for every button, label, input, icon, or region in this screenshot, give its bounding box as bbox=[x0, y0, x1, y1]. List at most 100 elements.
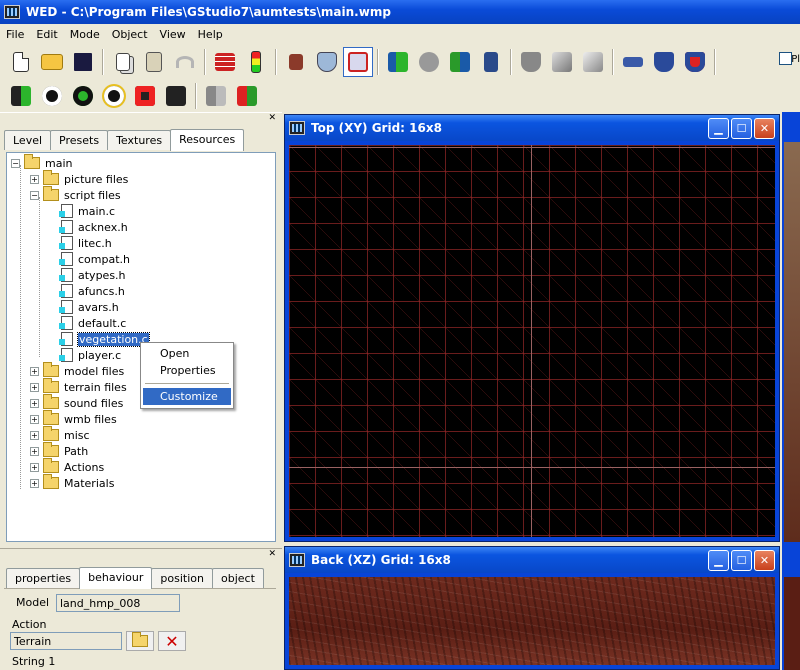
camera-eye-button[interactable] bbox=[37, 81, 67, 111]
back-view-titlebar[interactable]: Back (XZ) Grid: 16x8 ▁ ☐ ✕ bbox=[285, 547, 779, 573]
context-menu-properties[interactable]: Properties bbox=[143, 362, 231, 379]
scale-axis-button[interactable] bbox=[476, 47, 506, 77]
tree-node-path[interactable]: + Path bbox=[30, 442, 88, 459]
deselect-button[interactable] bbox=[312, 47, 342, 77]
tree-file-default-c[interactable]: default.c bbox=[59, 315, 126, 331]
menu-object[interactable]: Object bbox=[106, 28, 154, 41]
menu-edit[interactable]: Edit bbox=[30, 28, 63, 41]
camera-off-button[interactable] bbox=[130, 81, 160, 111]
tree-node-main[interactable]: − main bbox=[11, 154, 72, 171]
clear-action-button[interactable]: ✕ bbox=[158, 631, 186, 651]
tab-properties[interactable]: properties bbox=[6, 568, 81, 588]
light-button[interactable] bbox=[516, 47, 546, 77]
paste-button[interactable] bbox=[139, 47, 169, 77]
camera-rotate-button[interactable] bbox=[68, 81, 98, 111]
close-window-button[interactable]: ✕ bbox=[754, 549, 775, 571]
top-view-window[interactable]: Top (XY) Grid: 16x8 ▁ ☐ ✕ bbox=[284, 114, 780, 542]
back-view-window[interactable]: Back (XZ) Grid: 16x8 ▁ ☐ ✕ bbox=[284, 546, 780, 670]
menu-mode[interactable]: Mode bbox=[64, 28, 106, 41]
tree-file-player-c[interactable]: player.c bbox=[59, 347, 121, 363]
menu-file[interactable]: File bbox=[0, 28, 30, 41]
scale-button[interactable] bbox=[445, 47, 475, 77]
action-field[interactable]: Terrain bbox=[10, 632, 122, 650]
tree-file-afuncs-h[interactable]: afuncs.h bbox=[59, 283, 125, 299]
build-button[interactable] bbox=[210, 47, 240, 77]
camera-zoom-button[interactable] bbox=[99, 81, 129, 111]
tree-node-picture-files[interactable]: + picture files bbox=[30, 170, 128, 187]
select-object-button[interactable] bbox=[281, 47, 311, 77]
maximize-button[interactable]: ☐ bbox=[731, 117, 752, 139]
collapse-icon[interactable]: − bbox=[11, 158, 20, 168]
run-button[interactable] bbox=[241, 47, 271, 77]
menu-view[interactable]: View bbox=[154, 28, 192, 41]
model-field[interactable]: land_hmp_008 bbox=[56, 594, 180, 612]
close-window-button[interactable]: ✕ bbox=[754, 117, 775, 139]
link-button[interactable] bbox=[618, 47, 648, 77]
camera-button[interactable] bbox=[161, 81, 191, 111]
tree-file-vegetation-c[interactable]: vegetation.c bbox=[59, 331, 150, 347]
panel-grip[interactable]: ✕ bbox=[0, 548, 282, 562]
add-object-button[interactable] bbox=[649, 47, 679, 77]
import-button[interactable] bbox=[201, 81, 231, 111]
toolbar-checkbox[interactable] bbox=[779, 52, 792, 65]
tree-node-model-files[interactable]: + model files bbox=[30, 362, 124, 379]
back-view-viewport[interactable] bbox=[289, 577, 775, 665]
tab-object[interactable]: object bbox=[211, 568, 264, 588]
export-button[interactable] bbox=[232, 81, 262, 111]
copy-button[interactable] bbox=[108, 47, 138, 77]
remove-object-button[interactable] bbox=[680, 47, 710, 77]
close-icon[interactable]: ✕ bbox=[268, 113, 276, 123]
save-file-button[interactable] bbox=[68, 47, 98, 77]
undo-button[interactable] bbox=[170, 47, 200, 77]
expand-icon[interactable]: + bbox=[30, 462, 39, 472]
tree-node-wmb-files[interactable]: + wmb files bbox=[30, 410, 117, 427]
expand-icon[interactable]: + bbox=[30, 430, 39, 440]
block-button[interactable] bbox=[547, 47, 577, 77]
expand-icon[interactable]: + bbox=[30, 398, 39, 408]
tree-file-acknex-h[interactable]: acknex.h bbox=[59, 219, 128, 235]
top-view-viewport[interactable] bbox=[289, 145, 775, 537]
tree-file-avars-h[interactable]: avars.h bbox=[59, 299, 119, 315]
tree-node-misc[interactable]: + misc bbox=[30, 426, 90, 443]
context-menu-customize[interactable]: Customize bbox=[143, 388, 231, 405]
maximize-button[interactable]: ☐ bbox=[731, 549, 752, 571]
menu-help[interactable]: Help bbox=[192, 28, 229, 41]
rotate-button[interactable] bbox=[414, 47, 444, 77]
camera-move-button[interactable] bbox=[6, 81, 36, 111]
tab-presets[interactable]: Presets bbox=[50, 130, 109, 150]
expand-icon[interactable]: + bbox=[30, 382, 39, 392]
tree-node-actions[interactable]: + Actions bbox=[30, 458, 104, 475]
tree-node-terrain-files[interactable]: + terrain files bbox=[30, 378, 127, 395]
close-icon[interactable]: ✕ bbox=[268, 549, 276, 559]
move-button[interactable] bbox=[383, 47, 413, 77]
expand-icon[interactable]: + bbox=[30, 478, 39, 488]
tab-resources[interactable]: Resources bbox=[170, 129, 245, 151]
side-view-window-partial[interactable] bbox=[782, 112, 800, 670]
tab-level[interactable]: Level bbox=[4, 130, 52, 150]
tab-behaviour[interactable]: behaviour bbox=[79, 567, 153, 589]
minimize-button[interactable]: ▁ bbox=[708, 549, 729, 571]
collapse-icon[interactable]: − bbox=[30, 190, 39, 200]
minimize-button[interactable]: ▁ bbox=[708, 117, 729, 139]
expand-icon[interactable]: + bbox=[30, 174, 39, 184]
expand-icon[interactable]: + bbox=[30, 446, 39, 456]
cube-select-button[interactable] bbox=[343, 47, 373, 77]
tree-node-script-files[interactable]: − script files bbox=[30, 186, 121, 203]
tree-node-materials[interactable]: + Materials bbox=[30, 474, 114, 491]
new-file-button[interactable] bbox=[6, 47, 36, 77]
top-view-titlebar[interactable]: Top (XY) Grid: 16x8 ▁ ☐ ✕ bbox=[285, 115, 779, 141]
context-menu-open[interactable]: Open bbox=[143, 345, 231, 362]
tab-textures[interactable]: Textures bbox=[107, 130, 172, 150]
block2-button[interactable] bbox=[578, 47, 608, 77]
tree-file-litec-h[interactable]: litec.h bbox=[59, 235, 112, 251]
tree-file-compat-h[interactable]: compat.h bbox=[59, 251, 130, 267]
tree-file-main-c[interactable]: main.c bbox=[59, 203, 115, 219]
open-file-button[interactable] bbox=[37, 47, 67, 77]
panel-grip[interactable]: ✕ bbox=[0, 112, 282, 126]
tab-position[interactable]: position bbox=[151, 568, 213, 588]
browse-action-button[interactable] bbox=[126, 631, 154, 651]
expand-icon[interactable]: + bbox=[30, 366, 39, 376]
tree-file-atypes-h[interactable]: atypes.h bbox=[59, 267, 126, 283]
expand-icon[interactable]: + bbox=[30, 414, 39, 424]
tree-node-sound-files[interactable]: + sound files bbox=[30, 394, 123, 411]
